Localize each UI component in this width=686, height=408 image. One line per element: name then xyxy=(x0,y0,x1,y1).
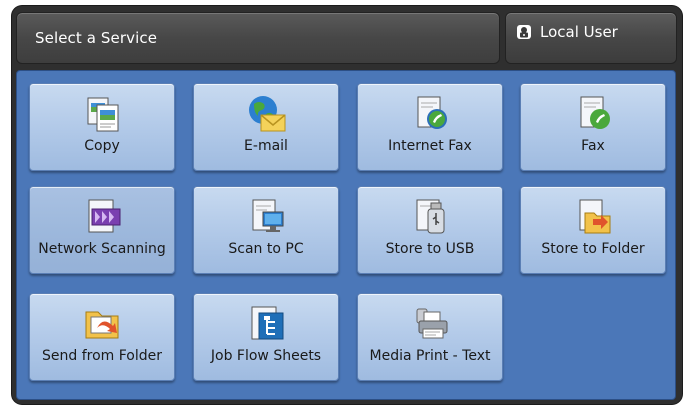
title-bar: Select a Service xyxy=(16,12,500,64)
service-label: Copy xyxy=(84,138,120,154)
fax-icon xyxy=(580,96,610,129)
local-user-button[interactable]: Local User xyxy=(505,12,677,64)
service-label: Network Scanning xyxy=(38,241,166,257)
local-user-label: Local User xyxy=(540,23,618,41)
scan-to-pc-icon xyxy=(252,199,284,232)
service-job-flow-sheets[interactable]: Job Flow Sheets xyxy=(193,293,339,381)
service-network-scanning[interactable]: Network Scanning xyxy=(29,186,175,274)
copy-icon xyxy=(87,97,119,132)
header: Select a Service Local User xyxy=(16,12,677,66)
service-scan-to-pc[interactable]: Scan to PC xyxy=(193,186,339,274)
service-label: Internet Fax xyxy=(388,138,472,154)
service-label: Media Print - Text xyxy=(369,348,491,364)
folder-store-icon xyxy=(579,199,611,234)
printer-icon xyxy=(416,308,448,339)
service-label: Send from Folder xyxy=(41,348,162,364)
user-lock-icon xyxy=(517,25,531,39)
service-label: Store to Folder xyxy=(541,241,645,257)
folder-send-icon xyxy=(85,311,119,339)
service-panel: Copy E-mail Internet Fax Fax Network Sca… xyxy=(16,70,676,400)
service-send-from-folder[interactable]: Send from Folder xyxy=(29,293,175,381)
internet-fax-icon xyxy=(417,96,447,129)
service-internet-fax[interactable]: Internet Fax xyxy=(357,83,503,171)
service-label: Fax xyxy=(581,138,605,154)
page-title: Select a Service xyxy=(35,29,158,47)
service-media-print-text[interactable]: Media Print - Text xyxy=(357,293,503,381)
service-store-to-usb[interactable]: Store to USB xyxy=(357,186,503,274)
email-icon xyxy=(249,96,286,132)
network-scanning-icon xyxy=(88,199,121,233)
service-label: Job Flow Sheets xyxy=(210,348,322,364)
service-label: Scan to PC xyxy=(228,241,304,257)
service-email[interactable]: E-mail xyxy=(193,83,339,171)
service-copy[interactable]: Copy xyxy=(29,83,175,171)
service-label: Store to USB xyxy=(385,241,475,257)
service-fax[interactable]: Fax xyxy=(520,83,666,171)
service-store-to-folder[interactable]: Store to Folder xyxy=(520,186,666,274)
job-flow-sheets-icon xyxy=(251,306,284,340)
service-label: E-mail xyxy=(244,138,288,154)
usb-drive-icon xyxy=(416,199,445,234)
